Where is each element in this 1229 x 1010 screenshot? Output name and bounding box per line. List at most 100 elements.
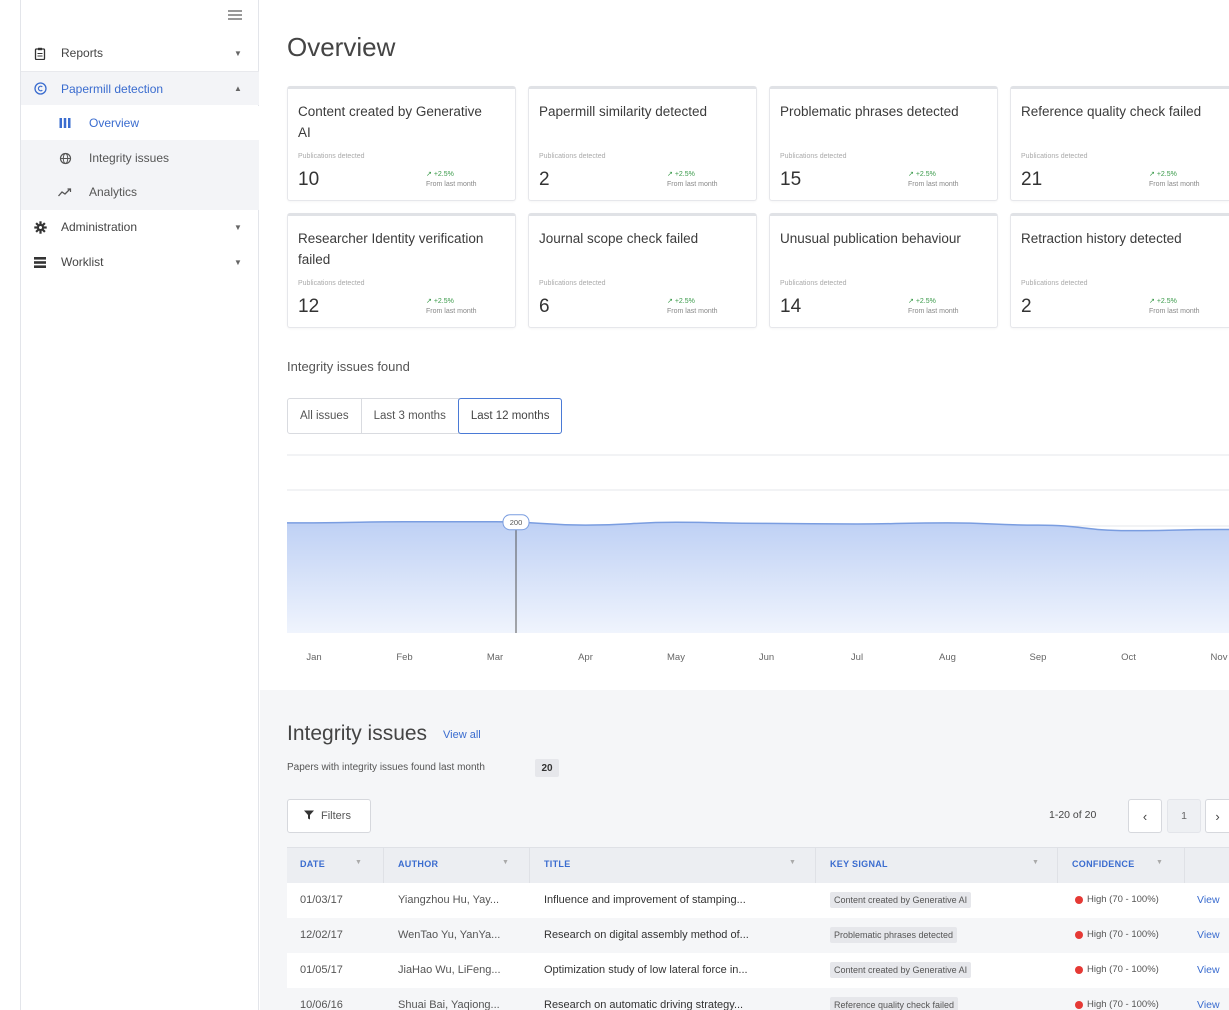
page-title: Overview [287,32,396,62]
stat-card[interactable]: Researcher Identity verification failed … [287,213,516,328]
sort-icon[interactable]: ▼ [502,859,509,866]
bars-icon [58,116,72,130]
card-trend-label: From last month [426,308,477,315]
filters-button[interactable]: Filters [287,799,371,833]
view-row-link[interactable]: View [1197,894,1220,906]
column-divider [1184,847,1185,883]
x-axis-tick-label: May [667,652,685,663]
card-trend: ↗ +2.5% [1149,170,1177,178]
card-title: Content created by Generative AI [298,104,482,140]
tab-last-3-months[interactable]: Last 3 months [362,399,459,433]
issues-count-badge: 20 [535,759,559,777]
sidebar: Reports ▼ Papermill detection ▲ Overview… [20,0,259,1010]
card-trend-label: From last month [426,181,477,188]
sidebar-item-worklist[interactable]: Worklist ▼ [21,245,259,279]
view-all-link[interactable]: View all [443,729,481,741]
pagination-range: 1-20 of 20 [1049,809,1097,821]
sidebar-subitem-overview[interactable]: Overview [21,106,259,140]
column-header-title[interactable]: TITLE [544,859,571,869]
card-value: 2 [1021,296,1032,317]
sidebar-item-label: Administration [61,220,138,234]
stat-card[interactable]: Retraction history detected Publications… [1010,213,1229,328]
stat-card[interactable]: Problematic phrases detected Publication… [769,86,998,201]
card-trend-value: +2.5% [1156,298,1177,305]
card-subtitle: Publications detected [298,280,365,287]
chevron-down-icon: ▼ [234,48,242,58]
sidebar-item-papermill-detection[interactable]: Papermill detection ▲ [21,71,259,105]
table-row[interactable]: 10/06/16 Shuai Bai, Yaqiong... Research … [287,988,1229,1010]
clipboard-icon [33,46,47,60]
stat-card[interactable]: Content created by Generative AI Publica… [287,86,516,201]
table-row[interactable]: 12/02/17 WenTao Yu, YanYa... Research on… [287,918,1229,953]
sidebar-subitem-integrity-issues[interactable]: Integrity issues [21,141,259,175]
sidebar-item-administration[interactable]: Administration ▼ [21,210,259,244]
sort-icon[interactable]: ▼ [1156,859,1163,866]
column-header-key-signal[interactable]: KEY SIGNAL [830,859,888,869]
sort-icon[interactable]: ▼ [1032,859,1039,866]
sidebar-subitem-label: Integrity issues [89,151,170,165]
card-trend-value: +2.5% [1156,171,1177,178]
card-subtitle: Publications detected [539,153,606,160]
chevron-down-icon: ▼ [234,257,242,267]
page-number-button[interactable]: 1 [1167,799,1201,833]
x-axis-tick-label: Nov [1211,652,1228,663]
stat-card[interactable]: Papermill similarity detected Publicatio… [528,86,757,201]
confidence-high-dot [1075,896,1083,904]
next-page-button[interactable]: › [1205,799,1229,833]
trend-up-icon: ↗ [667,298,673,305]
issues-title: Integrity issues [287,722,428,745]
cell-author: Yiangzhou Hu, Yay... [398,894,500,906]
key-signal-badge: Content created by Generative AI [830,962,972,978]
card-trend: ↗ +2.5% [667,297,695,305]
collapse-sidebar-icon[interactable] [228,10,242,22]
sidebar-item-reports[interactable]: Reports ▼ [21,36,259,70]
card-subtitle: Publications detected [780,280,847,287]
chevron-left-icon: ‹ [1142,808,1148,824]
card-trend: ↗ +2.5% [426,170,454,178]
column-divider [383,847,384,883]
card-title: Journal scope check failed [539,231,699,246]
sort-icon[interactable]: ▼ [789,859,796,866]
stat-card[interactable]: Journal scope check failed Publications … [528,213,757,328]
trend-up-icon: ↗ [1149,298,1155,305]
trend-up-icon: ↗ [1149,171,1155,178]
confidence-high-dot [1075,966,1083,974]
card-trend: ↗ +2.5% [908,170,936,178]
tab-all-issues[interactable]: All issues [288,399,362,433]
tab-last-12-months[interactable]: Last 12 months [457,398,563,434]
card-value: 21 [1021,169,1043,190]
issues-description: Papers with integrity issues found last … [287,762,485,773]
column-header-date[interactable]: DATE [300,859,325,869]
x-axis-tick-label: Aug [939,652,956,663]
key-signal-badge: Problematic phrases detected [830,927,958,943]
view-row-link[interactable]: View [1197,964,1220,976]
table-row[interactable]: 01/05/17 JiaHao Wu, LiFeng... Optimizati… [287,953,1229,988]
card-subtitle: Publications detected [1021,280,1088,287]
x-axis-tick-label: Oct [1121,652,1136,663]
stat-card[interactable]: Unusual publication behaviour Publicatio… [769,213,998,328]
card-trend: ↗ +2.5% [1149,297,1177,305]
column-header-confidence[interactable]: CONFIDENCE [1072,859,1135,869]
time-range-tabs: All issues Last 3 months Last 12 months [287,398,563,434]
integrity-issues-chart: 200 Jan Feb Mar Apr May Jun Jul Aug Sep Oct Nov [287,454,1229,663]
prev-page-button[interactable]: ‹ [1128,799,1162,833]
sidebar-subitem-analytics[interactable]: Analytics [21,175,259,209]
cell-confidence: High (70 - 100%) [1087,929,1159,940]
sort-icon[interactable]: ▼ [355,859,362,866]
card-trend-label: From last month [1149,181,1200,188]
sidebar-item-label: Reports [61,46,104,60]
table-row[interactable]: 01/03/17 Yiangzhou Hu, Yay... Influence … [287,883,1229,918]
confidence-high-dot [1075,1001,1083,1009]
trend-up-icon: ↗ [667,171,673,178]
cell-author: Shuai Bai, Yaqiong... [398,999,500,1010]
view-row-link[interactable]: View [1197,999,1220,1010]
x-axis-tick-label: Apr [578,652,593,663]
stat-card[interactable]: Reference quality check failed Publicati… [1010,86,1229,201]
cell-title: Research on automatic driving strategy..… [544,999,744,1010]
x-axis-tick-label: Feb [396,652,412,663]
card-trend-label: From last month [667,308,718,315]
key-signal-badge: Reference quality check failed [830,997,959,1010]
x-axis-tick-label: Jul [851,652,863,663]
view-row-link[interactable]: View [1197,929,1220,941]
column-header-author[interactable]: AUTHOR [398,859,438,869]
